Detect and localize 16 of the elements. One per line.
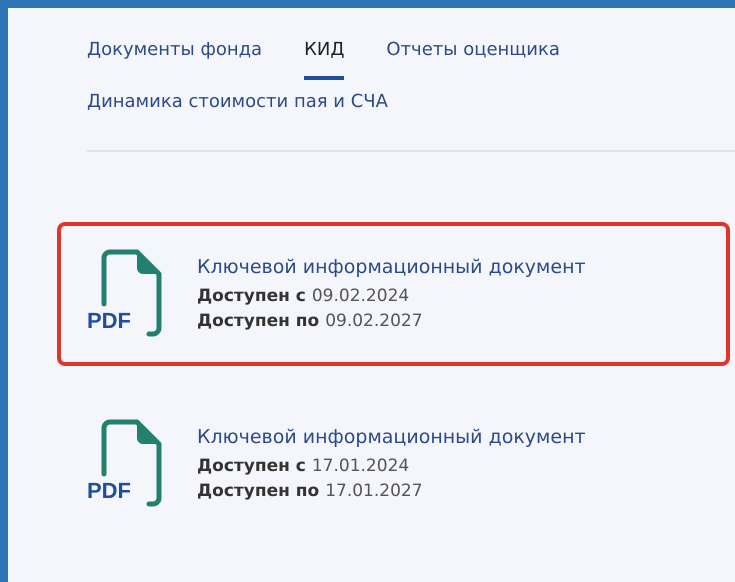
available-from-label: Доступен с <box>197 455 306 478</box>
document-card[interactable]: PDF Ключевой информационный документ Доступен с 17.01.2024 Доступен по 17.01.2027 <box>57 392 730 536</box>
available-until-label: Доступен по <box>197 310 320 333</box>
available-until-label: Доступен по <box>197 480 320 503</box>
document-link[interactable]: Ключевой информационный документ <box>197 254 586 280</box>
tab[interactable]: КИД <box>304 34 344 80</box>
document-link[interactable]: Ключевой информационный документ <box>197 424 586 450</box>
tab[interactable]: Документы фонда <box>87 34 262 80</box>
tab[interactable]: Отчеты оценщика <box>386 34 560 80</box>
highlighted-document-card[interactable]: PDF Ключевой информационный документ Доступен с 09.02.2024 Доступен по 09.02.2027 <box>57 222 730 366</box>
date-text: 17.01.2024 <box>312 455 410 478</box>
available-from-label: Доступен с <box>197 285 306 308</box>
date-text: 17.01.2027 <box>325 480 423 503</box>
date-text: 09.02.2027 <box>325 310 423 333</box>
date-text: 09.02.2024 <box>312 285 410 308</box>
tab[interactable]: Динамика стоимости пая и СЧА <box>87 86 388 132</box>
